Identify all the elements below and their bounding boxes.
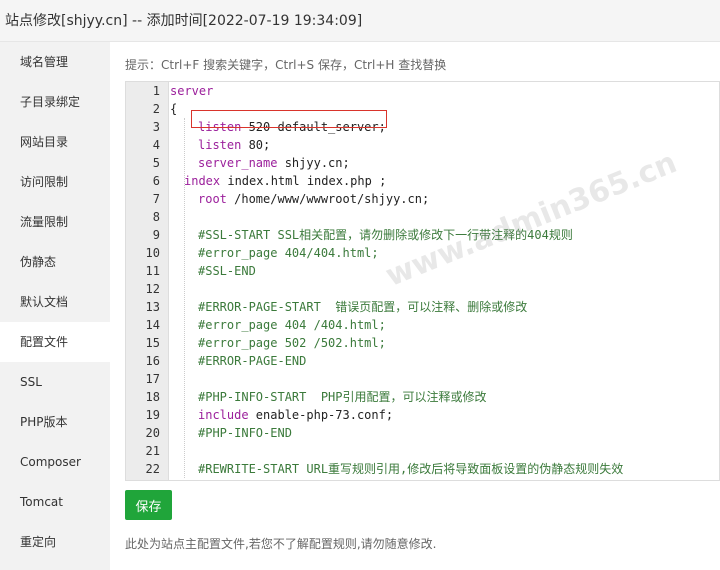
sidebar-item-php-version[interactable]: PHP版本 <box>0 402 110 442</box>
code-keyword: index <box>184 174 221 188</box>
sidebar-item-ssl[interactable]: SSL <box>0 362 110 402</box>
code-text: enable-php-73.conf; <box>248 408 394 422</box>
line-number: 4 <box>152 138 160 152</box>
line-number: 10 <box>145 246 160 260</box>
sidebar-item-config-file[interactable]: 配置文件 <box>0 322 110 362</box>
code-line: listen 80; <box>170 136 719 154</box>
sidebar-item-tomcat[interactable]: Tomcat <box>0 482 110 522</box>
code-editor[interactable]: 1 2 3 4 5 6 7 8 9 10 11 12 13 14 15 16 17 18 19 20 21 22 serv… <box>125 81 720 481</box>
line-number: 19 <box>145 408 160 422</box>
line-number: 22 <box>145 462 160 476</box>
code-comment: #SSL-END <box>198 264 256 278</box>
code-keyword: listen <box>198 120 242 134</box>
code-line: listen 520 default_server; <box>170 118 719 136</box>
sidebar-item-site-dir[interactable]: 网站目录 <box>0 122 110 162</box>
code-comment: #REWRITE-START URL重写规则引用,修改后将导致面板设置的伪静态规… <box>198 462 624 476</box>
line-number: 8 <box>152 210 160 224</box>
dialog-title: 站点修改[shjyy.cn] -- 添加时间[2022-07-19 19:34:… <box>5 13 363 29</box>
line-number: 7 <box>152 192 160 206</box>
line-number: 6 <box>152 174 160 188</box>
line-number: 15 <box>145 336 160 350</box>
sidebar-item-access-limit[interactable]: 访问限制 <box>0 162 110 202</box>
line-number: 2 <box>152 102 160 116</box>
code-line: server <box>170 82 719 100</box>
save-button[interactable]: 保存 <box>125 490 172 520</box>
code-text: { <box>170 102 178 116</box>
sidebar-item-composer[interactable]: Composer <box>0 442 110 482</box>
code-keyword: listen <box>198 138 242 152</box>
code-comment: #ERROR-PAGE-START 错误页配置，可以注释、删除或修改 <box>198 300 528 314</box>
code-line: include enable-php-73.conf; <box>170 406 719 424</box>
code-line: #error_page 404 /404.html; <box>170 316 719 334</box>
code-line: #SSL-START SSL相关配置，请勿删除或修改下一行带注释的404规则 <box>170 226 719 244</box>
line-number: 9 <box>152 228 160 242</box>
line-number: 14 <box>145 318 160 332</box>
line-number: 17 <box>145 372 160 386</box>
sidebar-nav: 域名管理 子目录绑定 网站目录 访问限制 流量限制 伪静态 默认文档 配置文件 … <box>0 42 110 570</box>
code-line: #ERROR-PAGE-START 错误页配置，可以注释、删除或修改 <box>170 298 719 316</box>
line-number: 16 <box>145 354 160 368</box>
dialog-titlebar: 站点修改[shjyy.cn] -- 添加时间[2022-07-19 19:34:… <box>0 0 720 42</box>
code-keyword: server_name <box>198 156 278 170</box>
line-number: 21 <box>145 444 160 458</box>
code-line: #PHP-INFO-END <box>170 424 719 442</box>
config-file-panel: 提示：Ctrl+F 搜索关键字，Ctrl+S 保存，Ctrl+H 查找替换 12… <box>110 42 720 570</box>
editor-tip: 提示：Ctrl+F 搜索关键字，Ctrl+S 保存，Ctrl+H 查找替换 <box>125 58 447 72</box>
sidebar-item-subdir-bind[interactable]: 子目录绑定 <box>0 82 110 122</box>
code-comment: #PHP-INFO-END <box>198 426 292 440</box>
code-text: shjyy.cn; <box>277 156 350 170</box>
line-number: 18 <box>145 390 160 404</box>
sidebar-item-redirect[interactable]: 重定向 <box>0 522 110 562</box>
code-line: #SSL-END <box>170 262 719 280</box>
code-line: { <box>170 100 719 118</box>
line-number: 20 <box>145 426 160 440</box>
code-text: index.html index.php ; <box>220 174 387 188</box>
line-number: 11 <box>145 264 160 278</box>
sidebar-item-domain[interactable]: 域名管理 <box>0 42 110 82</box>
code-comment: #PHP-INFO-START PHP引用配置，可以注释或修改 <box>198 390 487 404</box>
code-keyword: root <box>198 192 227 206</box>
code-line: #error_page 404/404.html; <box>170 244 719 262</box>
code-area[interactable]: server{listen 520 default_server; listen … <box>170 82 719 480</box>
code-line: #error_page 502 /502.html; <box>170 334 719 352</box>
code-line: server_name shjyy.cn; <box>170 154 719 172</box>
config-footnote: 此处为站点主配置文件,若您不了解配置规则,请勿随意修改. <box>125 537 437 551</box>
line-number: 12 <box>145 282 160 296</box>
code-line: #REWRITE-START URL重写规则引用,修改后将导致面板设置的伪静态规… <box>170 460 719 478</box>
line-number-gutter: 1 2 3 4 5 6 7 8 9 10 11 12 13 14 15 16 17 18 19 20 21 22 <box>126 82 169 480</box>
code-line: root /home/www/wwwroot/shjyy.cn; <box>170 190 719 208</box>
sidebar-item-default-doc[interactable]: 默认文档 <box>0 282 110 322</box>
line-number: 1 <box>152 84 160 98</box>
indent-guide <box>184 118 185 478</box>
code-line: #ERROR-PAGE-END <box>170 352 719 370</box>
code-comment: #ERROR-PAGE-END <box>198 354 307 368</box>
line-number: 5 <box>152 156 160 170</box>
code-comment: #error_page 404 /404.html; <box>198 318 386 332</box>
sidebar-item-traffic-limit[interactable]: 流量限制 <box>0 202 110 242</box>
code-text: 520 default_server; <box>241 120 386 134</box>
code-line: #PHP-INFO-START PHP引用配置，可以注释或修改 <box>170 388 719 406</box>
code-comment: #SSL-START SSL相关配置，请勿删除或修改下一行带注释的404规则 <box>198 228 573 242</box>
code-keyword: include <box>198 408 249 422</box>
code-comment: #error_page 404/404.html; <box>198 246 379 260</box>
line-number: 3 <box>152 120 160 134</box>
code-keyword: server <box>170 84 214 98</box>
line-number: 13 <box>145 300 160 314</box>
code-text: /home/www/wwwroot/shjyy.cn; <box>226 192 430 206</box>
code-text: 80; <box>241 138 271 152</box>
sidebar-item-rewrite[interactable]: 伪静态 <box>0 242 110 282</box>
code-line: index index.html index.php ; <box>170 172 719 190</box>
code-comment: #error_page 502 /502.html; <box>198 336 386 350</box>
